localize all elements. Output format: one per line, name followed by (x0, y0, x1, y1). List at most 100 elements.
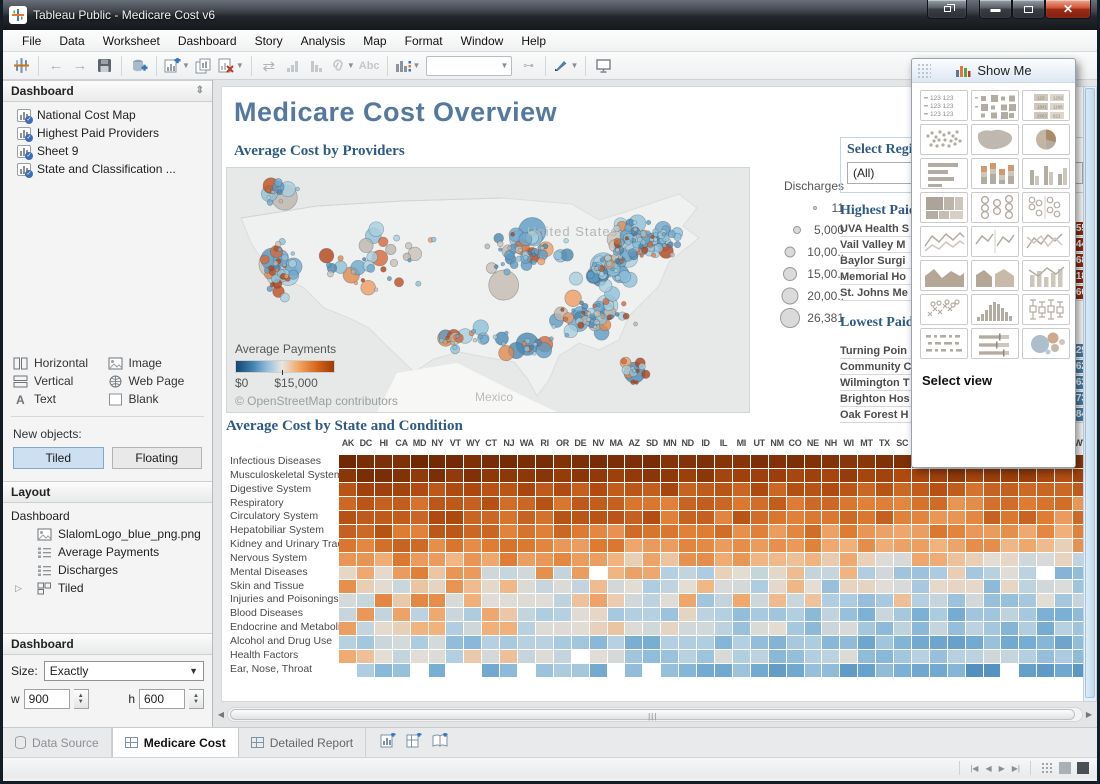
maximize-button[interactable] (1012, 0, 1045, 19)
heatmap-cell[interactable] (1055, 580, 1072, 593)
heatmap-cell[interactable] (1001, 594, 1018, 607)
heatmap-cell[interactable] (787, 483, 804, 496)
heatmap-cell[interactable] (464, 553, 481, 566)
heatmap-cell[interactable] (357, 580, 374, 593)
heatmap-cell[interactable] (411, 567, 428, 580)
heatmap-cell[interactable] (536, 622, 553, 635)
close-button[interactable]: ✕ (1045, 0, 1091, 19)
heatmap-cell[interactable] (500, 497, 517, 510)
heatmap-cell[interactable] (948, 497, 965, 510)
heatmap-cell[interactable] (375, 622, 392, 635)
heatmap-cell[interactable] (1001, 553, 1018, 566)
heatmap-cell[interactable] (930, 594, 947, 607)
heatmap-cell[interactable] (1019, 497, 1036, 510)
heatmap-cell[interactable] (393, 636, 410, 649)
heatmap-cell[interactable] (822, 664, 839, 677)
heatmap-cell[interactable] (446, 636, 463, 649)
sort-descending-icon[interactable] (305, 54, 329, 78)
heatmap-cell[interactable] (1037, 525, 1054, 538)
box-and-whisker-icon[interactable] (1022, 294, 1070, 325)
heatmap-cell[interactable] (769, 511, 786, 524)
heatmap-cell[interactable] (787, 608, 804, 621)
heatmap-cell[interactable] (375, 664, 392, 677)
heatmap-cell[interactable] (787, 580, 804, 593)
heatmap-cell[interactable] (1055, 497, 1072, 510)
menu-story[interactable]: Story (246, 31, 292, 51)
heatmap-cell[interactable] (590, 567, 607, 580)
heatmap-cell[interactable] (572, 580, 589, 593)
prev-page-icon[interactable]: ◀ (985, 764, 991, 773)
heatmap-cell[interactable] (393, 664, 410, 677)
heatmap-cell[interactable] (930, 511, 947, 524)
heatmap-cell[interactable] (894, 567, 911, 580)
symbol-map-icon[interactable] (920, 124, 968, 155)
heatmap-cell[interactable] (822, 650, 839, 663)
heatmap-cell[interactable] (375, 539, 392, 552)
heatmap-cell[interactable] (930, 608, 947, 621)
heatmap-cell[interactable] (464, 469, 481, 482)
back-icon[interactable]: ← (44, 54, 68, 78)
heatmap-cell[interactable] (357, 455, 374, 468)
heatmap-cell[interactable] (769, 525, 786, 538)
heatmap-cell[interactable] (751, 455, 768, 468)
object-blank[interactable]: Blank (108, 392, 203, 406)
heatmap-cell[interactable] (858, 567, 875, 580)
heatmap-cell[interactable] (625, 608, 642, 621)
size-legend[interactable]: Discharges 115,00010,00..15,00..20,00..2… (756, 179, 844, 329)
heatmap-cell[interactable] (500, 483, 517, 496)
heatmap-cell[interactable] (822, 539, 839, 552)
heatmap-cell[interactable] (464, 608, 481, 621)
heatmap-cell[interactable] (984, 553, 1001, 566)
heatmap-cell[interactable] (751, 525, 768, 538)
heatmap-cell[interactable] (536, 483, 553, 496)
heatmap-cell[interactable] (429, 483, 446, 496)
heatmap-cell[interactable] (643, 553, 660, 566)
heatmap-cell[interactable] (966, 636, 983, 649)
layout-panel-header[interactable]: Layout (3, 481, 212, 503)
heatmap-cell[interactable] (375, 511, 392, 524)
heatmap-cell[interactable] (984, 497, 1001, 510)
heatmap-cell[interactable] (518, 469, 535, 482)
heatmap-cell[interactable] (429, 511, 446, 524)
heatmap-cell[interactable] (715, 567, 732, 580)
heatmap-cell[interactable] (1019, 567, 1036, 580)
heatmap-cell[interactable] (482, 664, 499, 677)
heatmap-cell[interactable] (1055, 469, 1072, 482)
heatmap-cell[interactable] (1055, 664, 1072, 677)
heatmap-cell[interactable] (715, 483, 732, 496)
heatmap-cell[interactable] (769, 483, 786, 496)
menu-help[interactable]: Help (512, 31, 555, 51)
object-image[interactable]: Image (108, 356, 203, 370)
heatmap-cell[interactable] (912, 636, 929, 649)
heatmap-cell[interactable] (375, 553, 392, 566)
heatmap-cell[interactable] (805, 525, 822, 538)
heatmap-cell[interactable] (536, 650, 553, 663)
heatmap-cell[interactable] (840, 469, 857, 482)
heatmap-cell[interactable] (429, 580, 446, 593)
heatmap-cell[interactable] (375, 594, 392, 607)
heatmap-cell[interactable] (912, 608, 929, 621)
fit-combobox[interactable]: ▼ (426, 56, 512, 76)
heatmap-cell[interactable] (930, 469, 947, 482)
heatmap-cell[interactable] (518, 608, 535, 621)
heatmap-cell[interactable] (446, 469, 463, 482)
heatmap-cell[interactable] (500, 622, 517, 635)
heatmap-cell[interactable] (643, 469, 660, 482)
heatmap-cell[interactable] (733, 622, 750, 635)
heatmap-cell[interactable] (697, 539, 714, 552)
menu-dashboard[interactable]: Dashboard (169, 31, 246, 51)
heatmap-cell[interactable] (715, 594, 732, 607)
heatmap-cell[interactable] (805, 511, 822, 524)
heatmap-cell[interactable] (590, 580, 607, 593)
heatmap-cell[interactable] (500, 608, 517, 621)
heatmap-cell[interactable] (572, 567, 589, 580)
heatmap-cell[interactable] (733, 539, 750, 552)
stacked-bars-icon[interactable] (971, 158, 1019, 189)
area-continuous-icon[interactable] (920, 260, 968, 291)
heatmap-cell[interactable] (948, 664, 965, 677)
heatmap-cell[interactable] (1019, 608, 1036, 621)
heatmap-cell[interactable] (339, 636, 356, 649)
heatmap-cell[interactable] (876, 469, 893, 482)
discrete-lines-icon[interactable] (971, 226, 1019, 257)
heatmap-cell[interactable] (643, 567, 660, 580)
